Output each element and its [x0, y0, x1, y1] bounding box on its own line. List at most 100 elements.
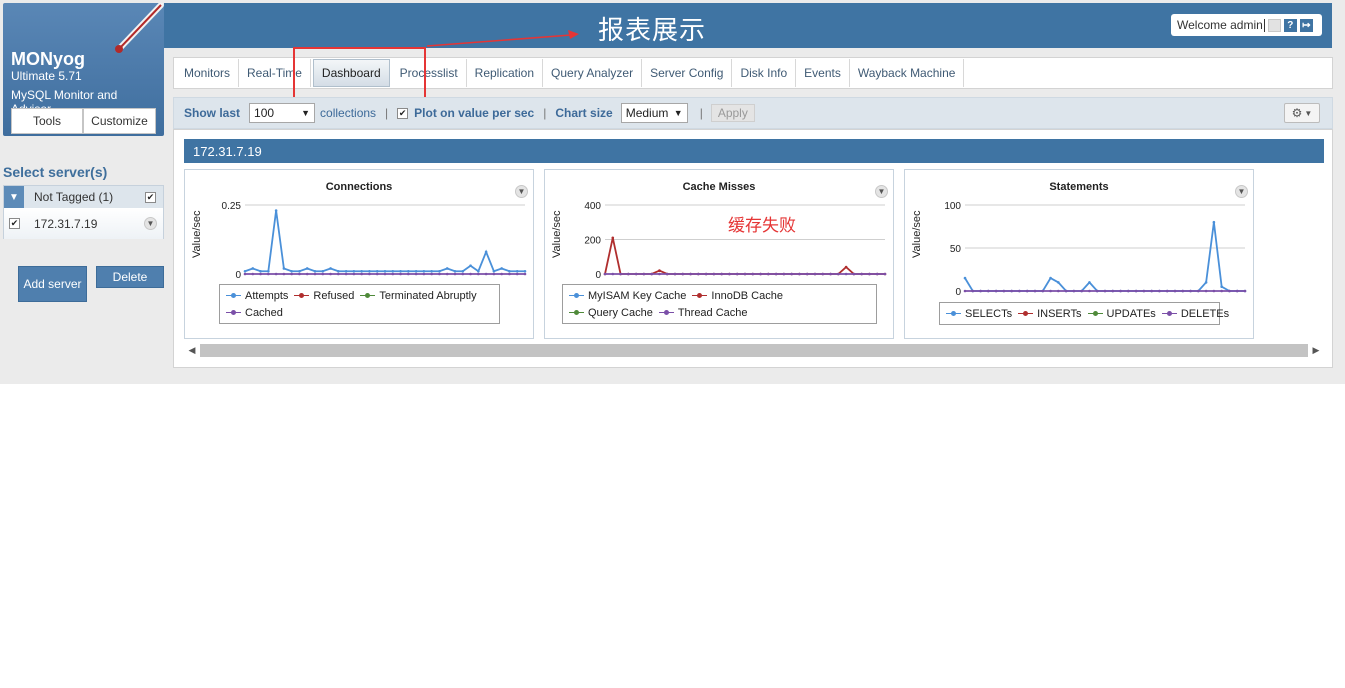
data-point[interactable]: [251, 272, 255, 276]
data-point[interactable]: [430, 272, 433, 276]
data-point[interactable]: [375, 269, 379, 273]
chevron-down-icon[interactable]: ▼: [515, 185, 528, 198]
data-point[interactable]: [352, 272, 356, 276]
data-point[interactable]: [321, 269, 325, 273]
data-point[interactable]: [375, 272, 379, 276]
data-point[interactable]: [243, 269, 247, 273]
data-point[interactable]: [712, 272, 716, 276]
data-point[interactable]: [508, 272, 511, 276]
data-point[interactable]: [1150, 289, 1153, 293]
data-point[interactable]: [438, 269, 441, 273]
data-point[interactable]: [1204, 289, 1208, 293]
data-point[interactable]: [267, 272, 270, 276]
data-point[interactable]: [1197, 289, 1200, 293]
data-point[interactable]: [329, 272, 332, 276]
apply-button[interactable]: Apply: [710, 104, 755, 122]
data-point[interactable]: [987, 289, 990, 293]
data-point[interactable]: [469, 272, 472, 276]
data-point[interactable]: [407, 269, 410, 273]
scroll-right-icon[interactable]: ▶: [1308, 345, 1324, 356]
data-point[interactable]: [1002, 289, 1006, 293]
add-server-button[interactable]: Add server: [18, 266, 87, 302]
data-point[interactable]: [251, 267, 255, 270]
data-point[interactable]: [274, 209, 278, 212]
data-point[interactable]: [1072, 289, 1076, 293]
data-point[interactable]: [798, 272, 801, 276]
data-point[interactable]: [461, 269, 465, 273]
tab-events[interactable]: Events: [796, 59, 850, 87]
data-point[interactable]: [1158, 289, 1161, 293]
tab-server-config[interactable]: Server Config: [642, 59, 733, 87]
legend-item[interactable]: UPDATEs: [1087, 305, 1156, 322]
data-point[interactable]: [689, 272, 692, 276]
data-point[interactable]: [477, 272, 480, 276]
chevron-down-icon[interactable]: ▼: [4, 186, 24, 208]
data-point[interactable]: [1220, 289, 1223, 293]
data-point[interactable]: [337, 272, 340, 276]
chevron-down-icon[interactable]: ▼: [875, 185, 888, 198]
data-point[interactable]: [1228, 289, 1231, 293]
data-point[interactable]: [1235, 289, 1239, 293]
data-point[interactable]: [704, 272, 708, 276]
gear-icon[interactable]: ⚙ ▼: [1284, 103, 1320, 123]
data-point[interactable]: [282, 267, 286, 270]
data-point[interactable]: [603, 272, 607, 276]
data-point[interactable]: [469, 264, 472, 268]
legend-item[interactable]: InnoDB Cache: [692, 287, 783, 304]
data-point[interactable]: [399, 269, 402, 273]
horizontal-scrollbar[interactable]: ◀ ▶: [184, 342, 1324, 358]
data-point[interactable]: [282, 272, 286, 276]
data-point[interactable]: [344, 272, 348, 276]
scrollbar-thumb[interactable]: [200, 343, 1308, 357]
data-point[interactable]: [1119, 289, 1122, 293]
data-point[interactable]: [883, 272, 887, 276]
data-point[interactable]: [751, 272, 755, 276]
data-point[interactable]: [735, 272, 739, 276]
data-point[interactable]: [430, 269, 433, 273]
data-point[interactable]: [979, 289, 982, 293]
data-point[interactable]: [1049, 276, 1052, 280]
data-point[interactable]: [500, 272, 503, 276]
data-point[interactable]: [383, 269, 387, 273]
data-point[interactable]: [368, 272, 371, 276]
data-point[interactable]: [1212, 289, 1216, 293]
data-point[interactable]: [515, 272, 519, 276]
legend-item[interactable]: Cached: [226, 304, 283, 321]
data-point[interactable]: [1111, 289, 1115, 293]
data-point[interactable]: [852, 272, 856, 276]
data-point[interactable]: [508, 269, 511, 273]
data-point[interactable]: [445, 272, 449, 276]
data-point[interactable]: [1095, 289, 1099, 293]
data-point[interactable]: [619, 272, 622, 276]
data-point[interactable]: [971, 289, 975, 293]
data-point[interactable]: [728, 272, 731, 276]
tools-button[interactable]: Tools: [11, 108, 83, 134]
data-point[interactable]: [782, 272, 786, 276]
data-point[interactable]: [321, 272, 325, 276]
customize-button[interactable]: Customize: [83, 108, 156, 134]
data-point[interactable]: [399, 272, 402, 276]
data-point[interactable]: [391, 272, 395, 276]
data-point[interactable]: [422, 272, 426, 276]
data-point[interactable]: [298, 272, 301, 276]
data-point[interactable]: [422, 269, 426, 273]
data-point[interactable]: [1041, 289, 1045, 293]
data-point[interactable]: [313, 272, 317, 276]
data-point[interactable]: [445, 267, 449, 270]
data-point[interactable]: [1088, 289, 1091, 293]
data-point[interactable]: [767, 272, 770, 276]
data-point[interactable]: [407, 272, 410, 276]
data-point[interactable]: [813, 272, 817, 276]
legend-item[interactable]: SELECTs: [946, 305, 1012, 322]
data-point[interactable]: [1165, 289, 1169, 293]
tab-monitors[interactable]: Monitors: [176, 59, 240, 87]
data-point[interactable]: [477, 269, 480, 273]
legend-item[interactable]: Query Cache: [569, 304, 653, 321]
data-point[interactable]: [515, 269, 519, 273]
data-point[interactable]: [1189, 289, 1192, 293]
data-point[interactable]: [868, 272, 871, 276]
legend-item[interactable]: Terminated Abruptly: [360, 287, 477, 304]
data-point[interactable]: [484, 272, 488, 276]
data-point[interactable]: [860, 272, 863, 276]
data-point[interactable]: [414, 269, 418, 273]
